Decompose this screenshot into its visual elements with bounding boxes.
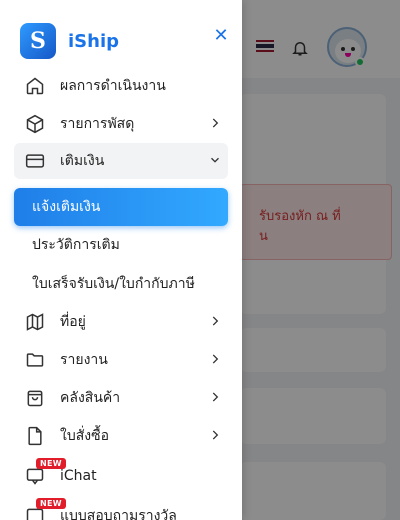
menu-label: ผลการดำเนินงาน <box>60 78 166 94</box>
menu-label: รายงาน <box>60 352 108 368</box>
menu-item-parcels[interactable]: รายการพัสดุ <box>14 106 228 142</box>
menu-item-topup[interactable]: เติมเงิน <box>14 143 228 179</box>
menu-label: คลังสินค้า <box>60 390 121 406</box>
submenu-item-receipts[interactable]: ใบเสร็จรับเงิน/ใบกำกับภาษี <box>14 265 228 303</box>
submenu-label: ประวัติการเติม <box>32 237 120 253</box>
chevron-right-icon <box>212 118 219 128</box>
menu-item-warehouse[interactable]: คลังสินค้า <box>14 380 228 416</box>
new-badge: NEW <box>36 458 66 469</box>
menu-item-dashboard[interactable]: ผลการดำเนินงาน <box>14 68 228 104</box>
chevron-down-icon <box>211 157 219 163</box>
file-icon <box>24 425 46 447</box>
menu-label: เติมเงิน <box>60 153 105 169</box>
iship-logo: S <box>20 23 56 59</box>
map-icon <box>24 311 46 333</box>
close-icon[interactable]: ✕ <box>211 26 231 46</box>
menu-item-address[interactable]: ที่อยู่ <box>14 304 228 340</box>
shopping-bag-icon <box>24 387 46 409</box>
chevron-right-icon <box>212 354 219 364</box>
chevron-right-icon <box>212 430 219 440</box>
home-icon <box>24 75 46 97</box>
brand[interactable]: S iShip <box>20 22 119 60</box>
side-drawer: S iShip ✕ ผลการดำเนินงาน รายการพัสดุ เติ… <box>0 0 242 520</box>
folder-icon <box>24 349 46 371</box>
new-badge: NEW <box>36 498 66 509</box>
submenu-label: ใบเสร็จรับเงิน/ใบกำกับภาษี <box>32 276 195 292</box>
chevron-right-icon <box>212 316 219 326</box>
menu-label: ใบสั่งซื้อ <box>60 428 110 444</box>
menu-label: รายการพัสดุ <box>60 116 135 132</box>
menu-item-reports[interactable]: รายงาน <box>14 342 228 378</box>
menu-item-orders[interactable]: ใบสั่งซื้อ <box>14 418 228 454</box>
credit-card-icon <box>24 150 46 172</box>
brand-name: iShip <box>68 30 120 52</box>
chevron-right-icon <box>212 392 219 402</box>
box-icon <box>24 113 46 135</box>
submenu-label: แจ้งเติมเงิน <box>32 199 101 215</box>
menu-label: iChat <box>60 468 97 484</box>
submenu-item-topup-notify[interactable]: แจ้งเติมเงิน <box>14 188 228 226</box>
submenu-item-topup-history[interactable]: ประวัติการเติม <box>14 226 228 264</box>
menu-item-ichat[interactable]: iChat NEW <box>14 458 228 494</box>
menu-label: ที่อยู่ <box>60 314 86 330</box>
menu-item-survey[interactable]: แบบสอบถามรางวัล NEW <box>14 498 228 520</box>
menu-label: แบบสอบถามรางวัล <box>60 508 177 520</box>
